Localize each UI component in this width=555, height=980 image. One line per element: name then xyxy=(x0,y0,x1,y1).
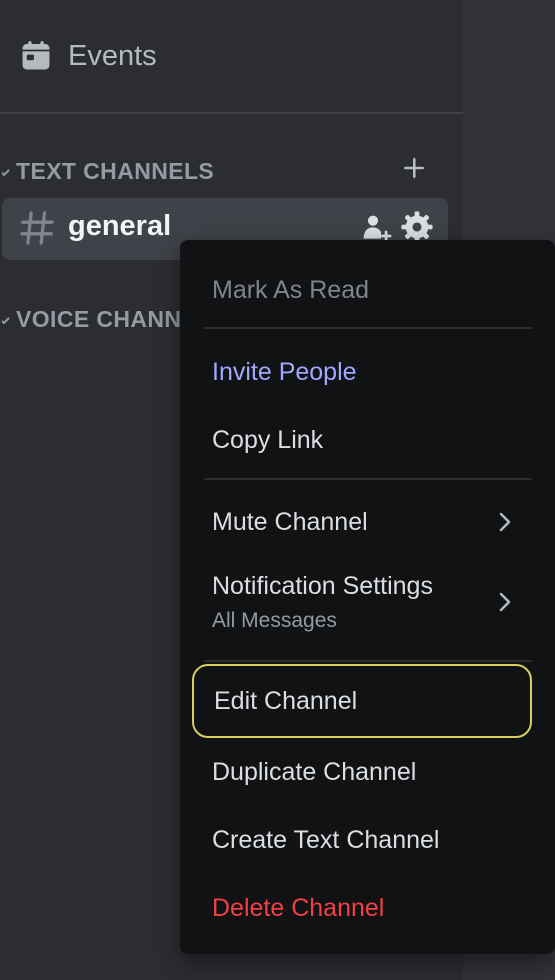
hash-icon xyxy=(17,208,57,248)
menu-item-label: Create Text Channel xyxy=(212,825,440,854)
menu-item-notification-settings[interactable]: Notification Settings All Messages xyxy=(192,562,532,642)
menu-item-invite-people[interactable]: Invite People xyxy=(192,350,532,394)
menu-item-mark-as-read[interactable]: Mark As Read xyxy=(192,270,532,310)
gear-icon[interactable] xyxy=(400,210,434,244)
menu-item-label: Duplicate Channel xyxy=(212,757,417,786)
menu-item-label: Notification Settings xyxy=(212,571,433,600)
menu-item-delete-channel[interactable]: Delete Channel xyxy=(192,886,532,930)
events-button[interactable]: Events xyxy=(0,18,463,94)
chevron-right-icon xyxy=(496,508,516,536)
menu-item-label: Invite People xyxy=(212,357,357,386)
sidebar-divider xyxy=(0,112,463,114)
menu-item-copy-link[interactable]: Copy Link xyxy=(192,418,532,462)
category-name: TEXT CHANNELS xyxy=(16,157,215,184)
create-channel-button[interactable] xyxy=(400,156,428,184)
menu-item-label: Edit Channel xyxy=(214,686,358,715)
menu-item-edit-channel[interactable]: Edit Channel xyxy=(192,664,532,738)
menu-item-label: Mark As Read xyxy=(212,275,370,304)
channel-context-menu: Mark As Read Invite People Copy Link Mut… xyxy=(180,240,555,954)
menu-item-create-text-channel[interactable]: Create Text Channel xyxy=(192,818,532,862)
menu-item-sublabel: All Messages xyxy=(212,608,337,632)
menu-item-duplicate-channel[interactable]: Duplicate Channel xyxy=(192,750,532,794)
menu-item-mute-channel[interactable]: Mute Channel xyxy=(192,500,532,544)
channel-name: general xyxy=(68,210,172,242)
menu-separator xyxy=(204,660,532,662)
calendar-icon xyxy=(18,38,54,74)
menu-item-label: Mute Channel xyxy=(212,507,368,536)
plus-icon xyxy=(402,156,426,185)
menu-item-label: Copy Link xyxy=(212,425,324,454)
menu-item-label: Delete Channel xyxy=(212,893,385,922)
category-text-channels[interactable]: TEXT CHANNELS xyxy=(0,154,463,188)
chevron-down-icon xyxy=(0,165,16,177)
chevron-down-icon xyxy=(0,313,16,325)
chevron-right-icon xyxy=(496,588,516,616)
events-label: Events xyxy=(68,39,157,72)
menu-separator xyxy=(204,478,532,480)
menu-separator xyxy=(204,327,532,329)
